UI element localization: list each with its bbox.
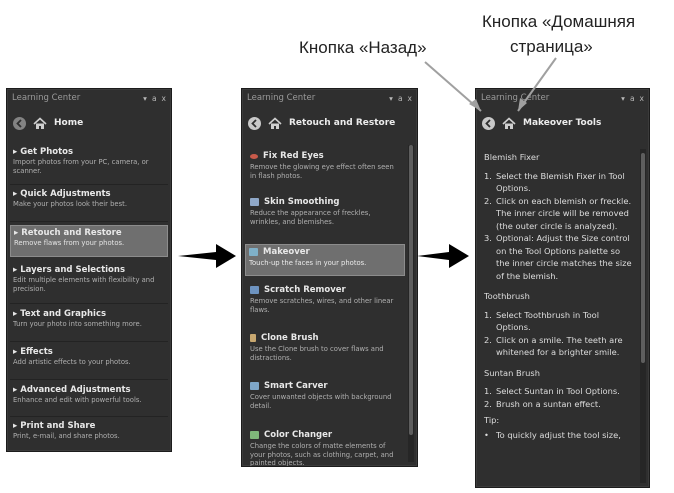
- callout-pointer-lines: [424, 57, 557, 112]
